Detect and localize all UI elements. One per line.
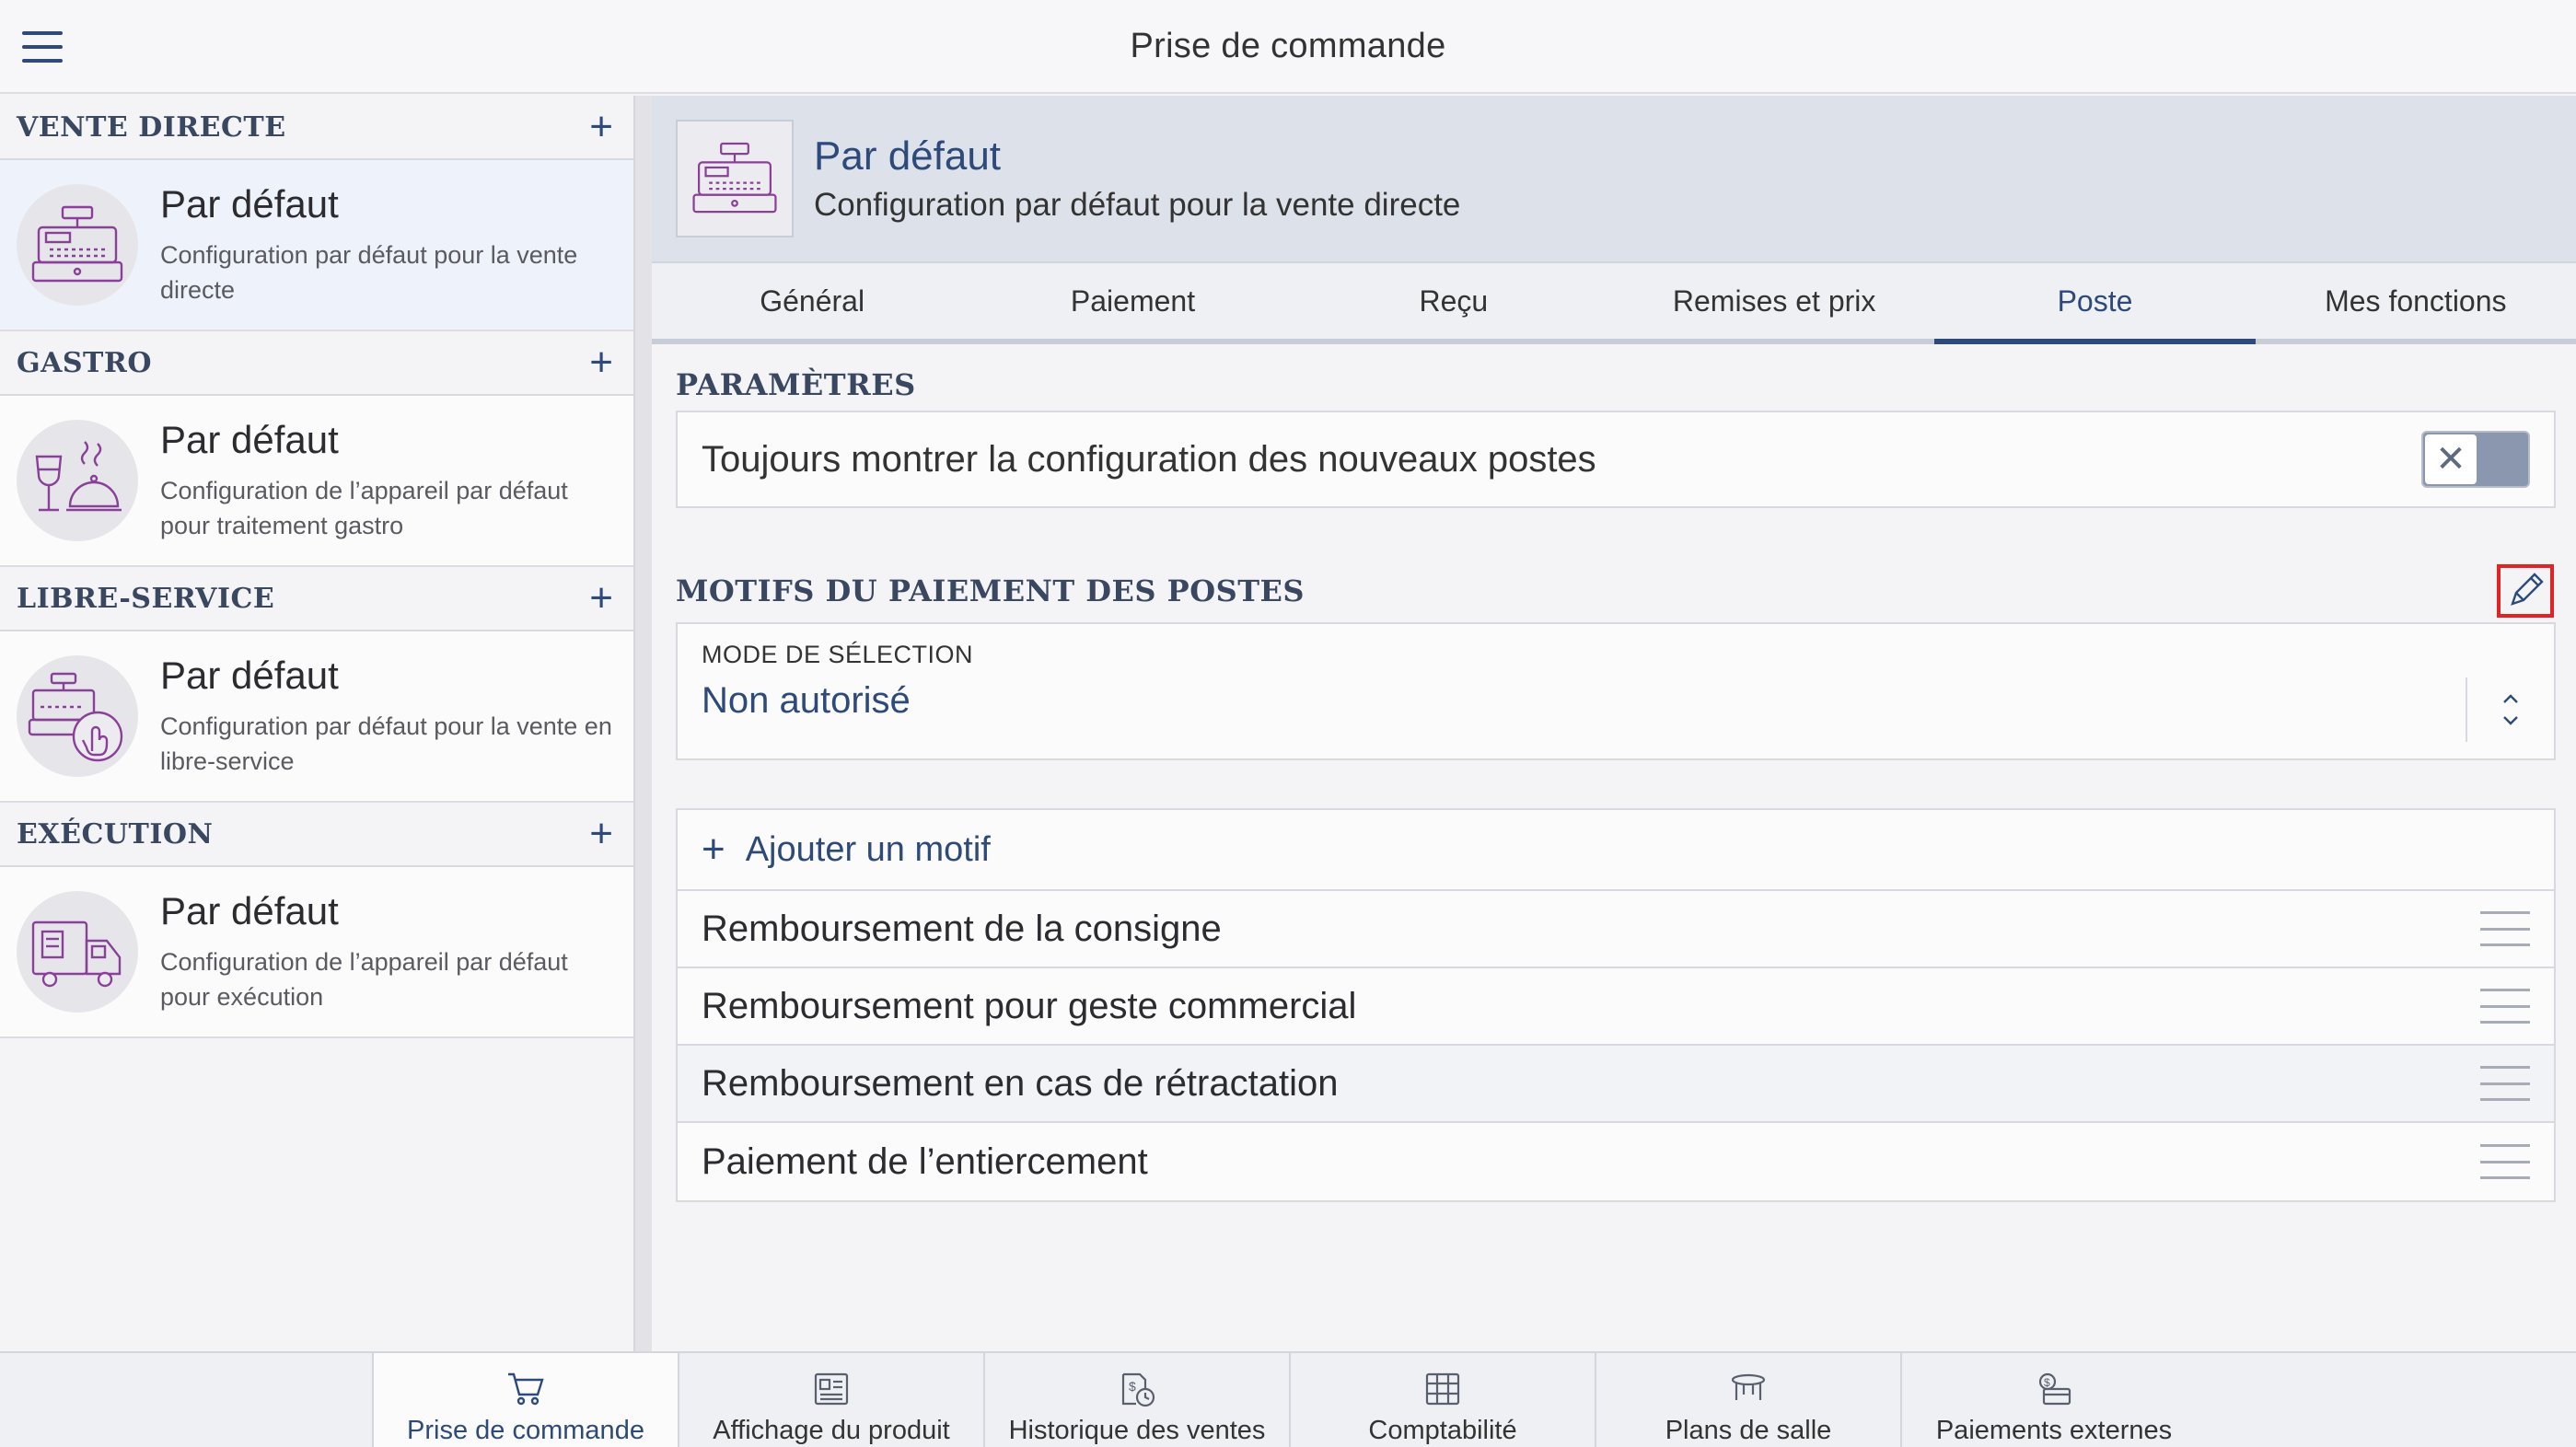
list-item[interactable]: Remboursement en cas de rétractation	[678, 1046, 2554, 1123]
nav-label: Paiements externes	[1935, 1416, 2173, 1445]
config-item-libre-service[interactable]: Par défaut Configuration par défaut pour…	[0, 631, 633, 803]
svg-text:$: $	[2044, 1376, 2050, 1389]
list-item[interactable]: Remboursement pour geste commercial	[678, 968, 2554, 1046]
delivery-truck-icon	[17, 891, 138, 1013]
section-header-gastro: GASTRO +	[0, 331, 633, 396]
motif-label: Remboursement pour geste commercial	[702, 985, 1357, 1026]
tab-remises-et-prix[interactable]: Remises et prix	[1614, 263, 1934, 339]
pencil-icon	[2511, 573, 2544, 606]
cash-register-icon	[17, 184, 138, 306]
close-icon: ✕	[2425, 434, 2477, 484]
config-item-execution[interactable]: Par défaut Configuration de l’appareil p…	[0, 867, 633, 1038]
section-title-parametres: PARAMÈTRES	[676, 367, 916, 402]
nav-historique-des-ventes[interactable]: $ Historique des ventes	[983, 1353, 1289, 1447]
product-display-icon	[812, 1368, 851, 1410]
tab-mes-fonctions[interactable]: Mes fonctions	[2256, 263, 2576, 339]
bottom-navigation: Prise de commande Affichage du produit $…	[0, 1351, 2576, 1447]
add-config-button[interactable]: +	[589, 342, 613, 383]
config-item-title: Par défaut	[160, 654, 339, 697]
add-motif-button[interactable]: + Ajouter un motif	[678, 810, 2554, 891]
section-header-vente-directe: VENTE DIRECTE +	[0, 96, 633, 160]
setting-row: Toujours montrer la configuration des no…	[676, 411, 2556, 508]
self-service-register-icon	[17, 655, 138, 777]
cart-icon	[506, 1368, 545, 1410]
nav-label: Comptabilité	[1368, 1416, 1517, 1445]
external-payment-icon: $	[2035, 1368, 2073, 1410]
config-item-description: Configuration par défaut pour la vente e…	[160, 712, 612, 775]
section-title: EXÉCUTION	[17, 817, 214, 851]
section-title-motifs: MOTIFS DU PAIEMENT DES POSTES	[676, 573, 1305, 608]
motif-list: + Ajouter un motif Remboursement de la c…	[676, 808, 2556, 1202]
detail-panel: Par défaut Configuration par défaut pour…	[652, 96, 2576, 1351]
add-config-button[interactable]: +	[589, 578, 613, 619]
nav-label: Affichage du produit	[713, 1416, 950, 1445]
drag-handle-icon[interactable]	[2480, 911, 2530, 946]
list-item[interactable]: Paiement de l’entiercement	[678, 1123, 2554, 1200]
drag-handle-icon[interactable]	[2480, 989, 2530, 1024]
nav-label: Plans de salle	[1665, 1416, 1832, 1445]
section-title: VENTE DIRECTE	[17, 110, 286, 144]
add-config-button[interactable]: +	[589, 107, 613, 147]
select-value: Non autorisé	[702, 680, 911, 721]
drag-handle-icon[interactable]	[2480, 1066, 2530, 1101]
tab-recu[interactable]: Reçu	[1294, 263, 1614, 339]
setting-label: Toujours montrer la configuration des no…	[702, 438, 1596, 480]
detail-title: Par défaut	[814, 133, 1002, 179]
motifs-header: MOTIFS DU PAIEMENT DES POSTES	[676, 560, 2556, 622]
tab-bar: Général Paiement Reçu Remises et prix Po…	[652, 263, 2576, 344]
chevron-up-down-icon[interactable]	[2466, 677, 2554, 742]
detail-subtitle: Configuration par défaut pour la vente d…	[814, 187, 1461, 223]
top-bar: Prise de commande	[0, 0, 2576, 94]
config-item-vente-directe[interactable]: Par défaut Configuration par défaut pour…	[0, 160, 633, 331]
motif-label: Paiement de l’entiercement	[702, 1140, 1148, 1182]
config-item-title: Par défaut	[160, 182, 339, 226]
add-config-button[interactable]: +	[589, 814, 613, 854]
hamburger-menu-icon[interactable]	[22, 31, 63, 63]
nav-comptabilite[interactable]: Comptabilité	[1289, 1353, 1595, 1447]
tab-content: PARAMÈTRES Toujours montrer la configura…	[652, 344, 2576, 1202]
motif-label: Remboursement en cas de rétractation	[702, 1062, 1339, 1104]
show-config-toggle[interactable]: ✕	[2421, 431, 2530, 488]
select-label: MODE DE SÉLECTION	[702, 641, 974, 668]
sidebar: VENTE DIRECTE + Par défaut Configuration…	[0, 96, 633, 1351]
section-header-execution: EXÉCUTION +	[0, 803, 633, 867]
config-item-gastro[interactable]: Par défaut Configuration de l’appareil p…	[0, 396, 633, 567]
detail-header: Par défaut Configuration par défaut pour…	[652, 96, 2576, 263]
add-motif-label: Ajouter un motif	[745, 829, 991, 869]
split-view-divider[interactable]	[633, 96, 652, 1351]
nav-plans-de-salle[interactable]: Plans de salle	[1595, 1353, 1900, 1447]
config-item-title: Par défaut	[160, 889, 339, 932]
drag-handle-icon[interactable]	[2480, 1144, 2530, 1179]
nav-affichage-du-produit[interactable]: Affichage du produit	[678, 1353, 983, 1447]
page-title: Prise de commande	[1130, 26, 1446, 65]
svg-text:$: $	[1129, 1379, 1136, 1394]
tab-paiement[interactable]: Paiement	[972, 263, 1293, 339]
plus-icon: +	[702, 827, 725, 872]
table-icon	[1729, 1368, 1768, 1410]
accounting-icon	[1423, 1368, 1462, 1410]
tab-general[interactable]: Général	[652, 263, 972, 339]
wine-cloche-icon	[17, 420, 138, 541]
config-item-description: Configuration par défaut pour la vente di…	[160, 241, 578, 304]
bottom-nav-spacer	[0, 1353, 372, 1447]
config-item-title: Par défaut	[160, 418, 339, 461]
config-item-description: Configuration de l’appareil par défaut po…	[160, 477, 568, 539]
nav-label: Historique des ventes	[1008, 1416, 1266, 1445]
nav-paiements-externes[interactable]: $ Paiements externes	[1900, 1353, 2206, 1447]
motif-label: Remboursement de la consigne	[702, 908, 1222, 949]
edit-motifs-button[interactable]	[2497, 564, 2554, 618]
section-header-libre-service: LIBRE-SERVICE +	[0, 567, 633, 631]
nav-label: Prise de commande	[407, 1416, 644, 1445]
nav-prise-de-commande[interactable]: Prise de commande	[372, 1353, 678, 1447]
section-title: GASTRO	[17, 346, 152, 379]
selection-mode-select[interactable]: MODE DE SÉLECTION Non autorisé	[676, 622, 2556, 760]
cash-register-icon	[676, 120, 794, 237]
sales-history-icon: $	[1118, 1368, 1156, 1410]
config-item-description: Configuration de l’appareil par défaut po…	[160, 948, 568, 1011]
section-title: LIBRE-SERVICE	[17, 582, 275, 615]
tab-poste[interactable]: Poste	[1934, 263, 2256, 344]
list-item[interactable]: Remboursement de la consigne	[678, 891, 2554, 968]
